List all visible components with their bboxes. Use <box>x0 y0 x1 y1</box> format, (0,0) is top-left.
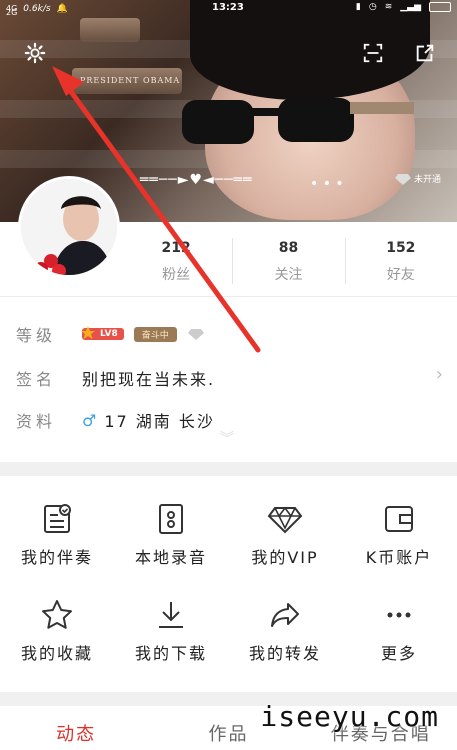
grid-item-vip[interactable]: 我的VIP <box>228 502 342 568</box>
male-icon: ♂ <box>82 410 97 430</box>
grid-label: 更多 <box>380 644 417 663</box>
grid-item-kcoin[interactable]: K币账户 <box>342 502 456 568</box>
profile-value: 17 湖南 长沙 <box>104 412 215 431</box>
stat-following[interactable]: 88 关注 <box>232 230 344 292</box>
star-badge-icon <box>81 326 95 339</box>
stats-row: 212 粉丝 88 关注 152 好友 <box>120 230 457 292</box>
status-bar: 4G 0.6k/s 🔔 13:23 ▮ ◷ ≋ ▁▃▅ <box>0 0 457 18</box>
more-icon <box>387 612 411 618</box>
plaque-text: PRESIDENT OBAMA <box>80 76 181 85</box>
vip-diamond-icon <box>267 506 303 534</box>
stat-value: 212 <box>161 240 191 256</box>
grid-item-favorites[interactable]: 我的收藏 <box>0 598 114 664</box>
clock-icon: ◷ <box>368 2 377 12</box>
chevron-right-icon[interactable]: › <box>436 364 443 385</box>
diamond-grey-icon <box>187 329 204 340</box>
grid-label: 我的下载 <box>134 644 207 663</box>
level-label: 等级 <box>16 326 57 345</box>
lock-icon: ▮ <box>355 2 361 12</box>
grid-label: 我的收藏 <box>20 644 93 663</box>
vip-tag[interactable]: 未开通 <box>394 172 441 185</box>
star-icon <box>42 600 72 629</box>
grid-label: 我的转发 <box>248 644 321 663</box>
profile-row: 资料 ♂ 17 湖南 长沙 <box>16 408 215 432</box>
stat-label: 粉丝 <box>162 267 191 283</box>
level-badge: LV8 <box>81 326 124 340</box>
stat-value: 152 <box>386 240 416 256</box>
grid-item-more[interactable]: 更多 <box>342 598 456 664</box>
fight-badge: 奋斗中 <box>133 326 177 342</box>
grid-label: 我的伴奏 <box>20 548 93 567</box>
recorder-icon <box>159 504 183 534</box>
share-icon <box>416 44 434 62</box>
battery-icon <box>429 2 451 12</box>
clock: 13:23 <box>212 2 244 13</box>
grid-label: 本地录音 <box>134 548 207 567</box>
avatar[interactable] <box>18 176 120 278</box>
bell-icon: 🔔 <box>56 4 68 14</box>
signature-label: 签名 <box>16 370 57 389</box>
stat-label: 关注 <box>274 267 303 283</box>
settings-button[interactable] <box>20 38 50 68</box>
scan-icon <box>363 43 383 63</box>
divider <box>0 296 457 297</box>
stat-friends[interactable]: 152 好友 <box>344 230 457 292</box>
share-arrow-icon <box>271 603 299 627</box>
vip-tag-label: 未开通 <box>413 175 441 185</box>
signature-row[interactable]: 签名 别把现在当未来. <box>16 366 215 390</box>
scan-button[interactable] <box>358 38 388 68</box>
watermark: iseeyu.com <box>260 700 439 733</box>
feature-grid: 我的伴奏 本地录音 我的VIP K币账户 我的收藏 我的下载 我的转发 更多 <box>0 476 457 692</box>
level-row: 等级 LV8 奋斗中 <box>16 322 205 346</box>
stat-value: 88 <box>278 240 299 256</box>
grid-label: K币账户 <box>365 548 433 567</box>
network-label-2: 2G <box>6 8 18 17</box>
heart-decoration: ══──►♥◄──══ <box>140 172 253 188</box>
sunglasses-graphic <box>182 98 414 144</box>
network-speed: 0.6k/s <box>23 4 51 14</box>
diamond-icon <box>394 173 411 185</box>
stat-label: 好友 <box>386 267 415 283</box>
chevron-down-icon[interactable]: ︾ <box>220 428 234 448</box>
level-badge-text: LV8 <box>100 329 118 339</box>
wifi-icon: ≋ <box>384 2 393 12</box>
gear-icon <box>24 42 46 64</box>
wallet-icon <box>385 506 413 532</box>
grid-item-local-recording[interactable]: 本地录音 <box>114 502 228 568</box>
download-icon <box>159 602 183 628</box>
profile-label: 资料 <box>16 412 57 431</box>
tab-feed[interactable]: 动态 <box>0 706 152 750</box>
share-button[interactable] <box>410 38 440 68</box>
grid-item-downloads[interactable]: 我的下载 <box>114 598 228 664</box>
stat-fans[interactable]: 212 粉丝 <box>120 230 232 292</box>
grid-item-accompaniment[interactable]: 我的伴奏 <box>0 502 114 568</box>
signature-value: 别把现在当未来. <box>82 370 216 389</box>
signal-icon: ▁▃▅ <box>400 2 421 12</box>
dots-decoration: • • • <box>310 176 344 192</box>
grid-label: 我的VIP <box>251 548 319 567</box>
accompaniment-icon <box>44 504 71 533</box>
grid-item-forwards[interactable]: 我的转发 <box>228 598 342 664</box>
